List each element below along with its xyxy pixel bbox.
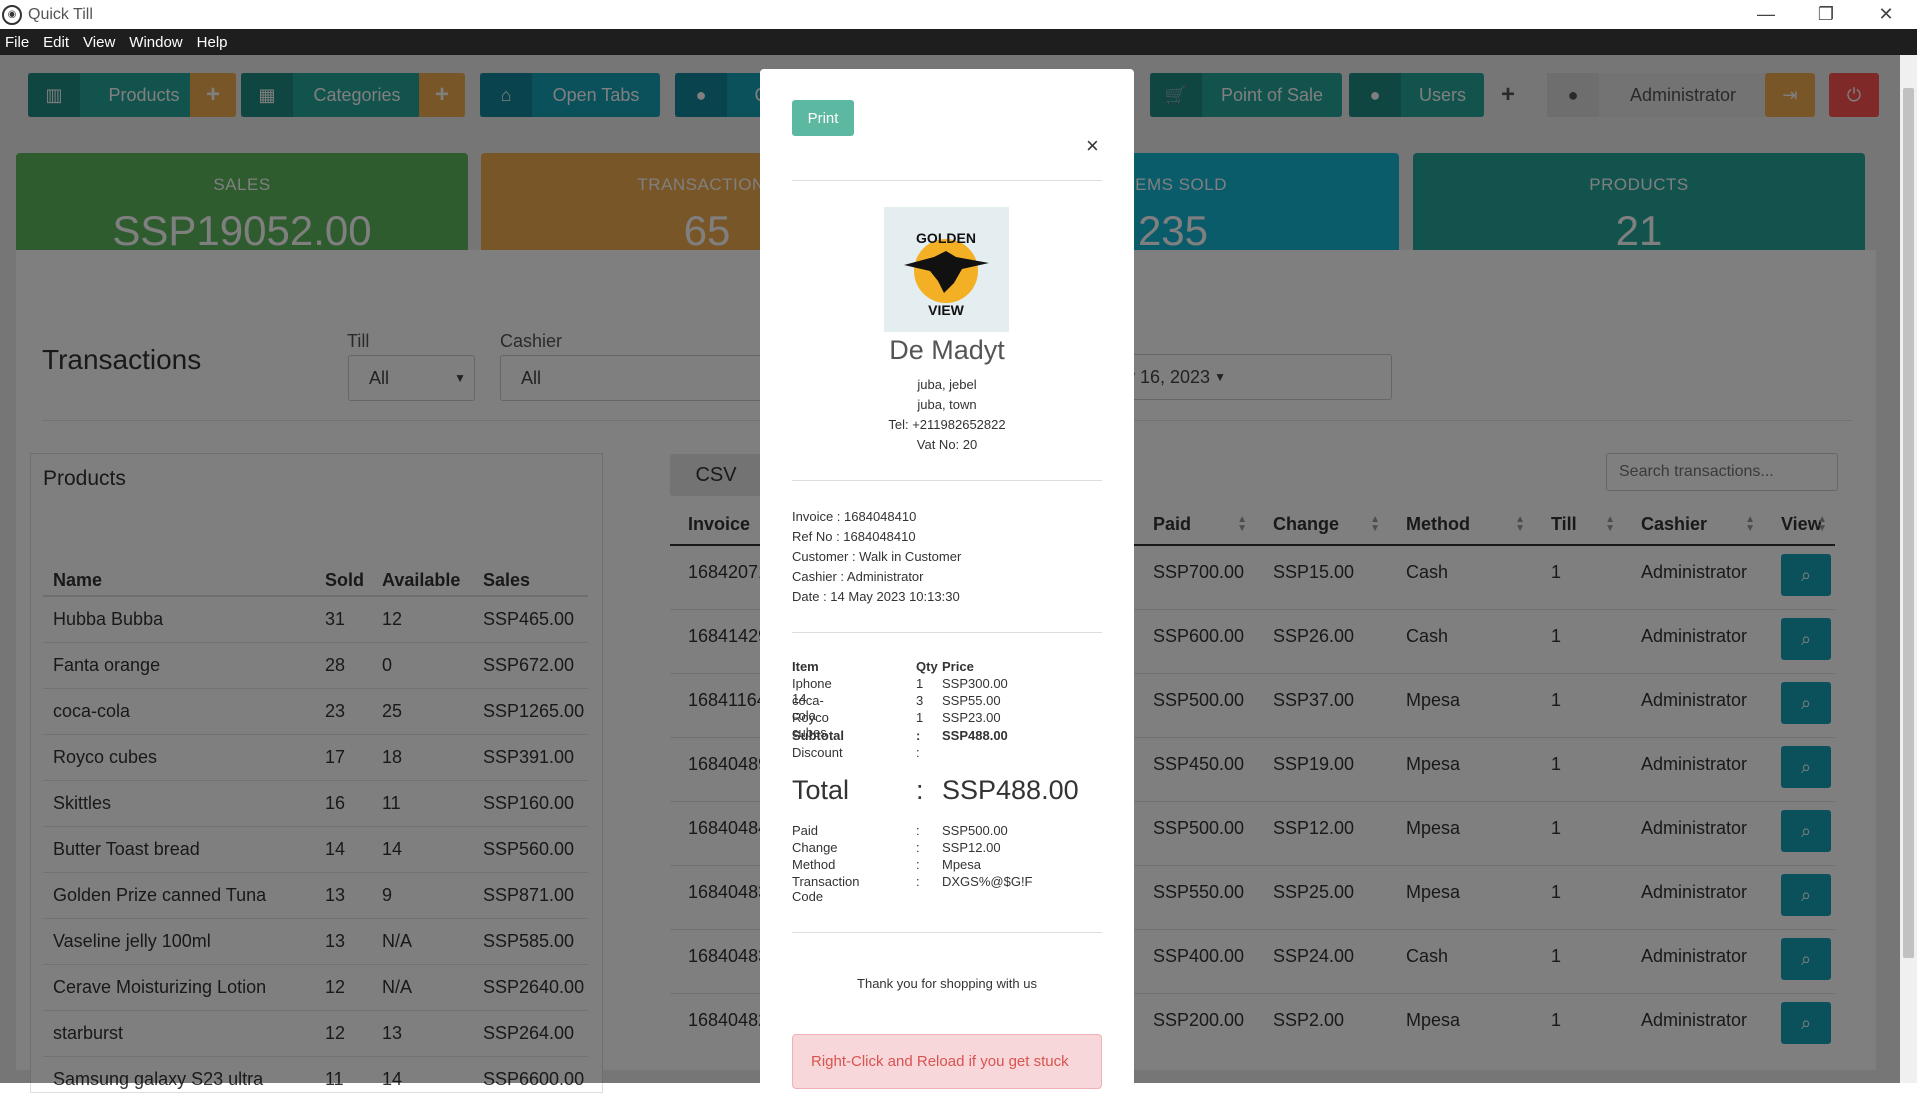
alert-message: Right-Click and Reload if you get stuck	[792, 1034, 1102, 1089]
receipt-item-price: SSP55.00	[942, 693, 1001, 708]
logo-text-bottom: VIEW	[928, 302, 965, 318]
cashier-name: Cashier : Administrator	[792, 569, 924, 584]
receipt-date: Date : 14 May 2023 10:13:30	[792, 589, 960, 604]
title-bar: ◉ Quick Till — ❐ ✕	[0, 0, 1917, 29]
restore-button[interactable]: ❐	[1796, 0, 1856, 29]
menu-window[interactable]: Window	[124, 34, 191, 51]
receipt-item-price: SSP300.00	[942, 676, 1008, 691]
store-tel: Tel: +211982652822	[888, 417, 1006, 432]
invoice-number: Invoice : 1684048410	[792, 509, 917, 524]
customer-name: Customer : Walk in Customer	[792, 549, 962, 564]
minimize-button[interactable]: —	[1736, 0, 1796, 29]
menu-file[interactable]: File	[0, 34, 38, 51]
divider	[792, 932, 1102, 933]
store-name: De Madyt	[889, 335, 1005, 365]
divider	[792, 632, 1102, 633]
ref-number: Ref No : 1684048410	[792, 529, 916, 544]
receipt-item-price: SSP23.00	[942, 710, 1001, 725]
receipt-item-qty: 3	[916, 693, 924, 708]
divider	[792, 480, 1102, 481]
menu-bar: File Edit View Window Help	[0, 29, 1917, 55]
close-icon[interactable]: ×	[1086, 133, 1099, 159]
print-button[interactable]: Print	[792, 100, 854, 136]
receipt-modal: Print × GOLDEN VIEW De Madyt juba, jebel…	[760, 69, 1134, 1089]
receipt-item-qty: 1	[916, 710, 924, 725]
store-logo: GOLDEN VIEW	[884, 207, 1009, 332]
receipt-item-qty: 1	[916, 676, 924, 691]
store-vat: Vat No: 20	[916, 437, 978, 452]
store-address-2: juba, town	[917, 397, 977, 412]
logo-image: GOLDEN VIEW	[904, 230, 989, 318]
menu-edit[interactable]: Edit	[38, 34, 78, 51]
store-address-1: juba, jebel	[917, 377, 977, 392]
window-title: Quick Till	[28, 5, 93, 23]
thank-you-message: Thank you for shopping with us	[857, 976, 1037, 991]
menu-view[interactable]: View	[78, 34, 124, 51]
close-window-button[interactable]: ✕	[1856, 0, 1916, 29]
logo-text-top: GOLDEN	[916, 230, 976, 246]
divider	[792, 180, 1102, 181]
scrollbar-thumb[interactable]	[1903, 88, 1914, 958]
app-icon: ◉	[2, 4, 22, 25]
menu-help[interactable]: Help	[192, 34, 237, 51]
